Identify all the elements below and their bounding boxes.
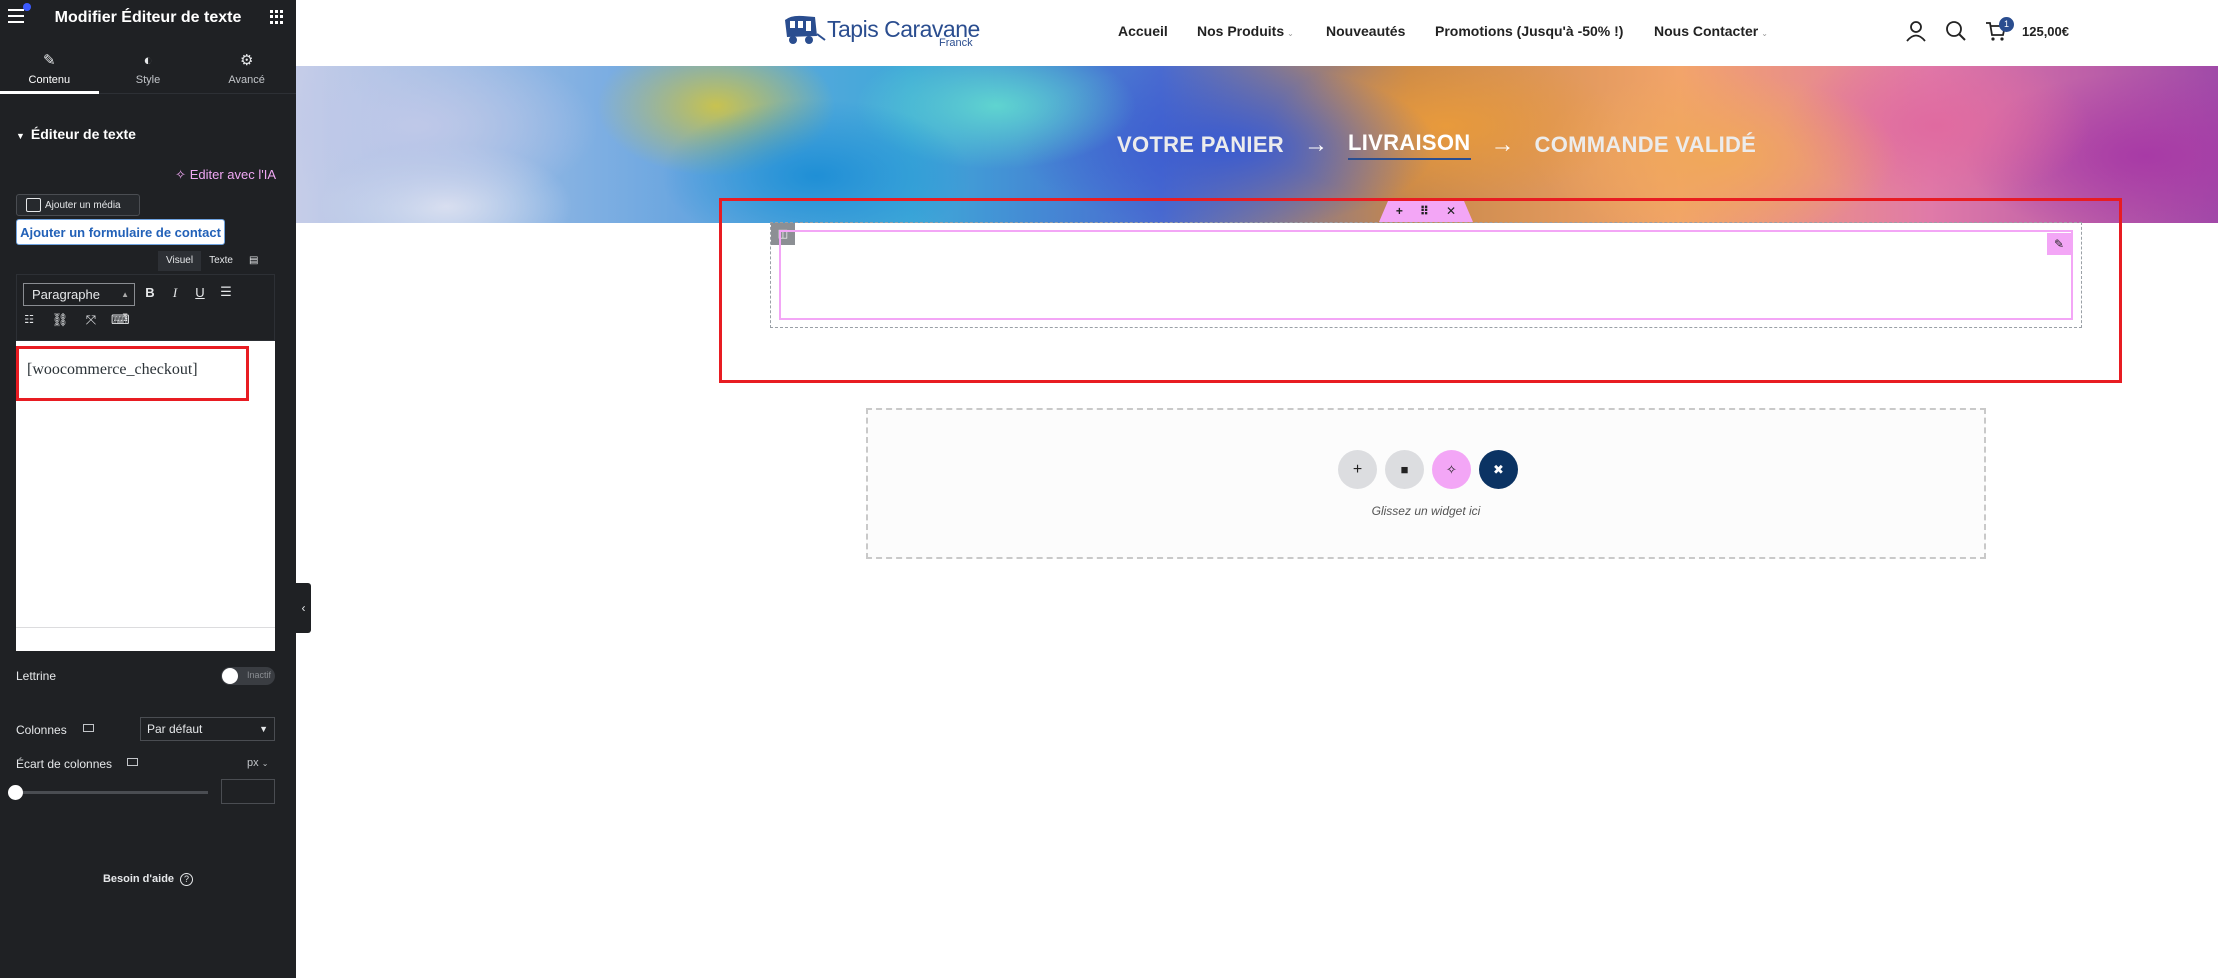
tab-label: Style xyxy=(135,73,161,86)
checkout-steps: VOTRE PANIER → LIVRAISON → COMMANDE VALI… xyxy=(1117,130,1756,160)
desktop-icon[interactable] xyxy=(127,758,138,766)
italic-icon[interactable]: I xyxy=(166,285,184,301)
chevron-down-icon: ⌄ xyxy=(1287,29,1294,38)
question-icon: ? xyxy=(180,873,194,886)
menu-icon[interactable] xyxy=(8,3,31,23)
step-shipping[interactable]: LIVRAISON xyxy=(1348,130,1471,160)
notification-dot xyxy=(23,3,31,11)
caravan-logo-icon xyxy=(785,15,826,44)
contrast-icon: ◐ xyxy=(143,51,153,69)
add-element-icon[interactable]: + xyxy=(1338,450,1377,489)
unit-value: px xyxy=(247,757,259,769)
columns-select[interactable]: Par défaut ▼ xyxy=(140,717,275,741)
column-gap-input[interactable] xyxy=(221,779,275,804)
format-select-value: Paragraphe xyxy=(32,287,100,302)
bullet-list-icon[interactable]: ☰ xyxy=(217,284,235,300)
ai-sparkle-icon[interactable]: ✧ xyxy=(1432,450,1471,489)
section-title: Éditeur de texte xyxy=(30,126,136,142)
add-media-label: Ajouter un média xyxy=(45,199,121,211)
help-label: Besoin d'aide xyxy=(102,873,175,885)
nav-label: Promotions (Jusqu'à -50% !) xyxy=(1435,23,1624,39)
tab-visual[interactable]: Visuel xyxy=(158,251,202,271)
dropcap-label: Lettrine xyxy=(16,669,57,683)
numbered-list-icon[interactable]: ☷ xyxy=(20,313,38,326)
dropcap-toggle[interactable]: Inactif xyxy=(221,667,275,685)
panel-header: Modifier Éditeur de texte xyxy=(0,0,296,35)
step-cart[interactable]: VOTRE PANIER xyxy=(1117,132,1284,158)
nav-nous-contacter[interactable]: Nous Contacter ⌄ xyxy=(1654,23,1768,39)
desktop-icon[interactable] xyxy=(83,724,94,732)
kit-library-icon[interactable]: ✖ xyxy=(1479,450,1518,489)
slider-handle[interactable] xyxy=(8,785,23,800)
unit-select[interactable]: px ⌄ xyxy=(247,757,268,769)
gear-icon: ⚙ xyxy=(239,52,254,69)
toggle-knob xyxy=(222,668,238,684)
ai-edit-link[interactable]: ✧ Editer avec l'IA xyxy=(175,167,276,183)
logo-subtitle: Franck xyxy=(939,37,973,49)
arrow-right-icon: → xyxy=(1304,131,1328,158)
underline-icon[interactable]: U xyxy=(191,285,209,300)
tab-label: Contenu xyxy=(28,74,71,86)
nav-nos-produits[interactable]: Nos Produits ⌄ xyxy=(1197,23,1294,39)
nav-label: Nouveautés xyxy=(1326,23,1406,39)
cart-total[interactable]: 125,00€ xyxy=(2022,24,2069,39)
help-link[interactable]: Besoin d'aide? xyxy=(0,873,296,886)
nav-label: Nous Contacter xyxy=(1654,23,1759,39)
arrow-right-icon: → xyxy=(1490,131,1515,158)
tab-label: Avancé xyxy=(228,74,265,86)
bold-icon[interactable]: B xyxy=(141,285,159,300)
caret-down-icon: ▼ xyxy=(259,724,268,734)
pencil-icon: ✎ xyxy=(43,52,56,69)
nav-label: Nos Produits xyxy=(1197,23,1285,39)
widget-drop-zone[interactable]: + ■ ✧ ✖ Glissez un widget ici xyxy=(866,408,1986,559)
annotation-highlight-box xyxy=(16,346,249,401)
tab-style[interactable]: ◐ Style xyxy=(99,44,198,93)
site-logo[interactable]: Tapis Caravane Franck xyxy=(781,12,981,52)
editor-toolbar: Paragraphe ▲ ▼ B I U ☰ ☷ ⛓ ⤧ ⌨ xyxy=(16,274,275,341)
nav-promotions[interactable]: Promotions (Jusqu'à -50% !) xyxy=(1435,23,1623,39)
collapse-panel-button[interactable]: ‹ xyxy=(296,583,311,633)
drop-zone-hint: Glissez un widget ici xyxy=(1371,504,1481,518)
search-icon[interactable] xyxy=(1944,19,1968,43)
panel-tabs: ✎ Contenu ◐ Style ⚙ Avancé xyxy=(0,44,296,94)
tab-contenu[interactable]: ✎ Contenu xyxy=(0,44,99,94)
editor-mode-tabs: Visuel Texte ▤ xyxy=(158,251,263,271)
media-icon xyxy=(26,198,41,212)
format-select[interactable]: Paragraphe ▲ ▼ xyxy=(23,283,135,320)
nav-accueil[interactable]: Accueil xyxy=(1118,23,1168,39)
section-toggle[interactable]: ▼ Éditeur de texte xyxy=(16,126,136,142)
panel-title: Modifier Éditeur de texte xyxy=(54,8,242,26)
user-icon[interactable] xyxy=(1904,19,1928,43)
tab-text[interactable]: Texte xyxy=(201,251,241,271)
column-gap-label: Écart de colonnes xyxy=(16,757,113,771)
columns-label: Colonnes xyxy=(16,723,67,737)
chevron-down-icon: ⌄ xyxy=(261,759,269,768)
apps-grid-icon[interactable] xyxy=(270,10,284,24)
chevron-down-icon: ⌄ xyxy=(1761,29,1768,38)
tab-avance[interactable]: ⚙ Avancé xyxy=(197,44,296,93)
link-icon[interactable]: ⛓ xyxy=(51,312,69,328)
sparkle-icon: ✧ xyxy=(175,167,187,182)
template-folder-icon[interactable]: ■ xyxy=(1385,450,1424,489)
fullscreen-icon[interactable]: ⤧ xyxy=(82,312,100,328)
site-header: Tapis Caravane Franck Accueil Nos Produi… xyxy=(296,0,2218,66)
keyboard-icon[interactable]: ⌨ xyxy=(111,312,130,328)
ai-link-label: Editer avec l'IA xyxy=(189,167,276,182)
step-order-confirmed[interactable]: COMMANDE VALIDÉ xyxy=(1535,132,1757,158)
trash-icon[interactable]: ▤ xyxy=(241,251,263,271)
editor-status-bar xyxy=(16,627,275,651)
nav-label: Accueil xyxy=(1118,23,1168,39)
editor-panel: Modifier Éditeur de texte ✎ Contenu ◐ St… xyxy=(0,0,296,978)
nav-nouveautes[interactable]: Nouveautés xyxy=(1326,23,1405,39)
caret-down-icon: ▼ xyxy=(16,131,25,141)
annotation-highlight-box xyxy=(719,198,2122,383)
column-gap-slider[interactable] xyxy=(16,791,208,794)
cart-count-badge: 1 xyxy=(1999,17,2014,32)
add-contact-form-button[interactable]: Ajouter un formulaire de contact xyxy=(16,219,225,245)
add-media-button[interactable]: Ajouter un média xyxy=(16,194,140,216)
toggle-state: Inactif xyxy=(246,670,271,680)
columns-value: Par défaut xyxy=(147,722,203,736)
